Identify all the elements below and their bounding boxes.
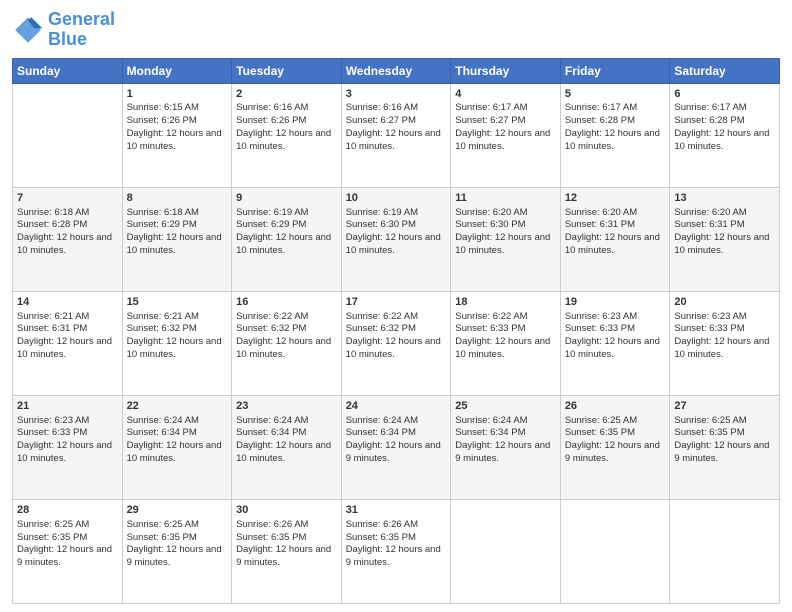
calendar-cell: 8Sunrise: 6:18 AMSunset: 6:29 PMDaylight… bbox=[122, 187, 232, 291]
calendar-cell: 23Sunrise: 6:24 AMSunset: 6:34 PMDayligh… bbox=[232, 395, 342, 499]
header: General Blue bbox=[12, 10, 780, 50]
day-number: 26 bbox=[565, 399, 666, 414]
calendar-cell: 6Sunrise: 6:17 AMSunset: 6:28 PMDaylight… bbox=[670, 83, 780, 187]
calendar-cell: 21Sunrise: 6:23 AMSunset: 6:33 PMDayligh… bbox=[13, 395, 123, 499]
day-number: 22 bbox=[127, 399, 228, 414]
calendar-cell: 24Sunrise: 6:24 AMSunset: 6:34 PMDayligh… bbox=[341, 395, 451, 499]
calendar-cell: 16Sunrise: 6:22 AMSunset: 6:32 PMDayligh… bbox=[232, 291, 342, 395]
day-number: 21 bbox=[17, 399, 118, 414]
day-number: 7 bbox=[17, 191, 118, 206]
day-number: 16 bbox=[236, 295, 337, 310]
calendar-day-header: Sunday bbox=[13, 58, 123, 83]
calendar-cell: 27Sunrise: 6:25 AMSunset: 6:35 PMDayligh… bbox=[670, 395, 780, 499]
day-number: 1 bbox=[127, 87, 228, 102]
calendar-cell bbox=[670, 499, 780, 603]
calendar-cell: 10Sunrise: 6:19 AMSunset: 6:30 PMDayligh… bbox=[341, 187, 451, 291]
logo-text: General Blue bbox=[48, 10, 115, 50]
calendar-cell: 5Sunrise: 6:17 AMSunset: 6:28 PMDaylight… bbox=[560, 83, 670, 187]
calendar-cell bbox=[451, 499, 561, 603]
day-number: 20 bbox=[674, 295, 775, 310]
calendar-cell: 30Sunrise: 6:26 AMSunset: 6:35 PMDayligh… bbox=[232, 499, 342, 603]
page: General Blue SundayMondayTuesdayWednesda… bbox=[0, 0, 792, 612]
calendar-cell: 28Sunrise: 6:25 AMSunset: 6:35 PMDayligh… bbox=[13, 499, 123, 603]
calendar-cell: 20Sunrise: 6:23 AMSunset: 6:33 PMDayligh… bbox=[670, 291, 780, 395]
calendar-week-row: 7Sunrise: 6:18 AMSunset: 6:28 PMDaylight… bbox=[13, 187, 780, 291]
day-number: 25 bbox=[455, 399, 556, 414]
day-number: 13 bbox=[674, 191, 775, 206]
day-number: 24 bbox=[346, 399, 447, 414]
day-number: 15 bbox=[127, 295, 228, 310]
day-number: 14 bbox=[17, 295, 118, 310]
logo-icon bbox=[12, 14, 44, 46]
day-number: 17 bbox=[346, 295, 447, 310]
day-number: 4 bbox=[455, 87, 556, 102]
calendar-cell: 12Sunrise: 6:20 AMSunset: 6:31 PMDayligh… bbox=[560, 187, 670, 291]
calendar-week-row: 1Sunrise: 6:15 AMSunset: 6:26 PMDaylight… bbox=[13, 83, 780, 187]
calendar-table: SundayMondayTuesdayWednesdayThursdayFrid… bbox=[12, 58, 780, 604]
day-number: 29 bbox=[127, 503, 228, 518]
logo: General Blue bbox=[12, 10, 115, 50]
calendar-day-header: Wednesday bbox=[341, 58, 451, 83]
calendar-cell bbox=[13, 83, 123, 187]
day-number: 8 bbox=[127, 191, 228, 206]
calendar-day-header: Monday bbox=[122, 58, 232, 83]
calendar-cell: 1Sunrise: 6:15 AMSunset: 6:26 PMDaylight… bbox=[122, 83, 232, 187]
calendar-cell: 19Sunrise: 6:23 AMSunset: 6:33 PMDayligh… bbox=[560, 291, 670, 395]
calendar-day-header: Tuesday bbox=[232, 58, 342, 83]
day-number: 27 bbox=[674, 399, 775, 414]
day-number: 2 bbox=[236, 87, 337, 102]
calendar-cell bbox=[560, 499, 670, 603]
day-number: 9 bbox=[236, 191, 337, 206]
calendar-header-row: SundayMondayTuesdayWednesdayThursdayFrid… bbox=[13, 58, 780, 83]
calendar-day-header: Thursday bbox=[451, 58, 561, 83]
calendar-cell: 2Sunrise: 6:16 AMSunset: 6:26 PMDaylight… bbox=[232, 83, 342, 187]
day-number: 11 bbox=[455, 191, 556, 206]
calendar-cell: 11Sunrise: 6:20 AMSunset: 6:30 PMDayligh… bbox=[451, 187, 561, 291]
calendar-cell: 3Sunrise: 6:16 AMSunset: 6:27 PMDaylight… bbox=[341, 83, 451, 187]
calendar-cell: 4Sunrise: 6:17 AMSunset: 6:27 PMDaylight… bbox=[451, 83, 561, 187]
day-number: 5 bbox=[565, 87, 666, 102]
day-number: 12 bbox=[565, 191, 666, 206]
day-number: 19 bbox=[565, 295, 666, 310]
calendar-cell: 18Sunrise: 6:22 AMSunset: 6:33 PMDayligh… bbox=[451, 291, 561, 395]
day-number: 31 bbox=[346, 503, 447, 518]
calendar-cell: 31Sunrise: 6:26 AMSunset: 6:35 PMDayligh… bbox=[341, 499, 451, 603]
calendar-cell: 15Sunrise: 6:21 AMSunset: 6:32 PMDayligh… bbox=[122, 291, 232, 395]
calendar-cell: 26Sunrise: 6:25 AMSunset: 6:35 PMDayligh… bbox=[560, 395, 670, 499]
calendar-day-header: Friday bbox=[560, 58, 670, 83]
day-number: 18 bbox=[455, 295, 556, 310]
calendar-week-row: 28Sunrise: 6:25 AMSunset: 6:35 PMDayligh… bbox=[13, 499, 780, 603]
calendar-cell: 29Sunrise: 6:25 AMSunset: 6:35 PMDayligh… bbox=[122, 499, 232, 603]
calendar-cell: 13Sunrise: 6:20 AMSunset: 6:31 PMDayligh… bbox=[670, 187, 780, 291]
calendar-week-row: 21Sunrise: 6:23 AMSunset: 6:33 PMDayligh… bbox=[13, 395, 780, 499]
day-number: 10 bbox=[346, 191, 447, 206]
day-number: 23 bbox=[236, 399, 337, 414]
calendar-cell: 7Sunrise: 6:18 AMSunset: 6:28 PMDaylight… bbox=[13, 187, 123, 291]
calendar-cell: 9Sunrise: 6:19 AMSunset: 6:29 PMDaylight… bbox=[232, 187, 342, 291]
calendar-cell: 14Sunrise: 6:21 AMSunset: 6:31 PMDayligh… bbox=[13, 291, 123, 395]
day-number: 3 bbox=[346, 87, 447, 102]
calendar-day-header: Saturday bbox=[670, 58, 780, 83]
day-number: 28 bbox=[17, 503, 118, 518]
calendar-cell: 17Sunrise: 6:22 AMSunset: 6:32 PMDayligh… bbox=[341, 291, 451, 395]
day-number: 30 bbox=[236, 503, 337, 518]
calendar-week-row: 14Sunrise: 6:21 AMSunset: 6:31 PMDayligh… bbox=[13, 291, 780, 395]
calendar-cell: 25Sunrise: 6:24 AMSunset: 6:34 PMDayligh… bbox=[451, 395, 561, 499]
day-number: 6 bbox=[674, 87, 775, 102]
calendar-cell: 22Sunrise: 6:24 AMSunset: 6:34 PMDayligh… bbox=[122, 395, 232, 499]
